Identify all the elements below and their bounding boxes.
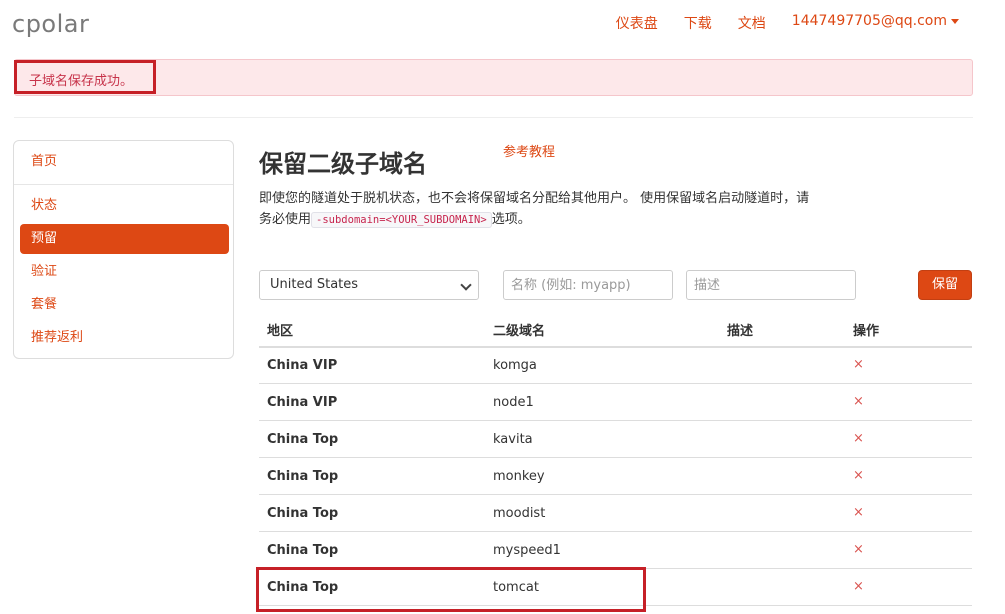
row-subdomain: komga — [493, 358, 537, 373]
row-subdomain: myspeed1 — [493, 543, 561, 558]
column-header-region: 地区 — [267, 324, 294, 339]
subdomain-option-code: -subdomain=<YOUR_SUBDOMAIN> — [311, 212, 492, 228]
row-region: China Top — [267, 432, 339, 447]
delete-icon[interactable]: × — [853, 431, 864, 446]
delete-icon[interactable]: × — [853, 542, 864, 557]
row-region: China Top — [267, 506, 339, 521]
sidebar-item-plan[interactable]: 套餐 — [20, 290, 229, 320]
alert-message: 子域名保存成功。 — [29, 74, 134, 89]
account-email: 1447497705@qq.com — [791, 13, 947, 29]
page-description: 即使您的隧道处于脱机状态，也不会将保留域名分配给其他用户。 使用保留域名启动隧道… — [259, 188, 819, 231]
page-title: 保留二级子域名 — [259, 150, 427, 178]
divider — [14, 117, 973, 118]
sidebar-item-reserved[interactable]: 预留 — [20, 224, 229, 254]
delete-icon[interactable]: × — [853, 505, 864, 520]
sidebar-item-verify[interactable]: 验证 — [20, 257, 229, 287]
nav-docs-link[interactable]: 文档 — [738, 13, 766, 33]
chevron-down-icon — [460, 279, 472, 291]
nav-download-link[interactable]: 下载 — [684, 13, 712, 33]
delete-icon[interactable]: × — [853, 394, 864, 409]
caret-down-icon — [951, 18, 959, 24]
table-row: China Top myspeed1 × — [259, 532, 972, 569]
account-menu[interactable]: 1447497705@qq.com — [792, 13, 959, 33]
region-select[interactable]: United States — [259, 270, 479, 300]
sidebar-divider — [14, 184, 233, 185]
region-select-value: United States — [270, 277, 359, 292]
success-alert: 子域名保存成功。 — [14, 59, 973, 96]
column-header-action: 操作 — [853, 324, 880, 339]
row-region: China Top — [267, 469, 339, 484]
sidebar-item-status[interactable]: 状态 — [20, 191, 229, 221]
row-subdomain: monkey — [493, 469, 545, 484]
brand-logo[interactable]: cpolar — [12, 10, 89, 38]
delete-icon[interactable]: × — [853, 579, 864, 594]
table-row: China VIP node1 × — [259, 384, 972, 421]
table-row: China Top kavita × — [259, 421, 972, 458]
description-input[interactable] — [686, 270, 856, 300]
subdomain-name-input[interactable] — [503, 270, 673, 300]
row-region: China VIP — [267, 395, 338, 410]
sidebar-nav: 首页 状态 预留 验证 套餐 推荐返利 — [13, 140, 234, 359]
reserve-button[interactable]: 保留 — [918, 270, 972, 300]
top-nav: 仪表盘 下载 文档 1447497705@qq.com — [616, 13, 959, 33]
row-region: China VIP — [267, 358, 338, 373]
table-row: China VIP komga × — [259, 347, 972, 384]
row-subdomain: kavita — [493, 432, 533, 447]
table-row: China Top moodist × — [259, 495, 972, 532]
column-header-description: 描述 — [727, 324, 754, 339]
tutorial-link[interactable]: 参考教程 — [503, 141, 555, 160]
row-region: China Top — [267, 543, 339, 558]
nav-dashboard-link[interactable]: 仪表盘 — [616, 13, 658, 33]
row-subdomain: node1 — [493, 395, 534, 410]
row-region: China Top — [267, 580, 339, 595]
sidebar-item-referral[interactable]: 推荐返利 — [20, 323, 229, 353]
row-subdomain: moodist — [493, 506, 546, 521]
description-suffix: 选项。 — [491, 212, 531, 227]
delete-icon[interactable]: × — [853, 468, 864, 483]
table-row: China Top monkey × — [259, 458, 972, 495]
sidebar-item-home[interactable]: 首页 — [20, 147, 229, 177]
table-row: China Top tomcat × — [259, 569, 972, 606]
row-subdomain: tomcat — [493, 580, 539, 595]
column-header-subdomain: 二级域名 — [493, 324, 546, 339]
delete-icon[interactable]: × — [853, 357, 864, 372]
